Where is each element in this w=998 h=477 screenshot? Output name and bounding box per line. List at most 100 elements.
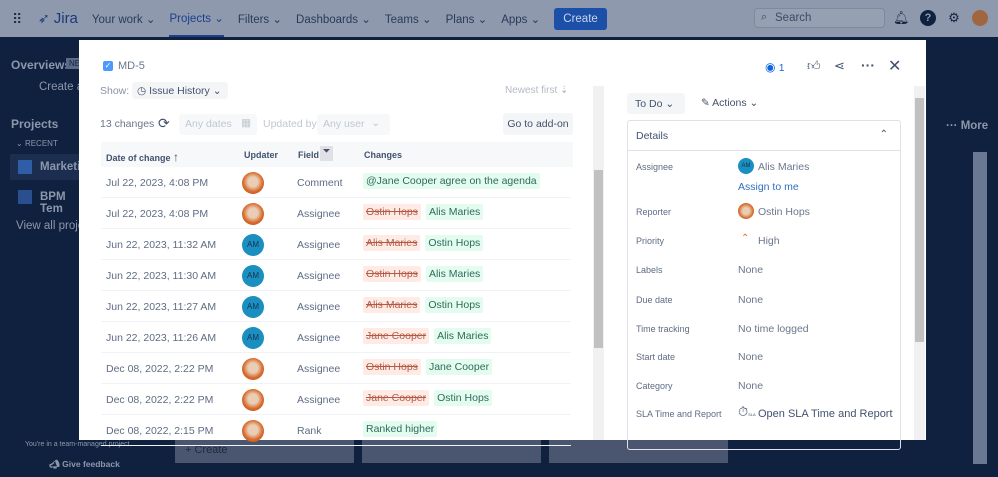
chevron-down-icon: ⌄ <box>212 85 222 97</box>
updater-avatar[interactable] <box>242 389 264 411</box>
details-header[interactable]: Details ⌃ <box>628 121 900 151</box>
close-icon[interactable]: ✕ <box>888 56 901 76</box>
profile-avatar[interactable] <box>972 10 988 26</box>
table-row: Dec 08, 2022, 2:15 PM Rank Ranked higher <box>101 415 571 446</box>
change-date: Jun 22, 2023, 11:27 AM <box>106 301 217 313</box>
changes-cell: Ostin Hops Jane Cooper <box>363 359 493 375</box>
new-value: Ostin Hops <box>434 390 493 406</box>
field-label: Priority <box>636 236 665 246</box>
updater-avatar[interactable]: AM <box>242 327 264 349</box>
updater-avatar[interactable]: AM <box>242 234 264 256</box>
more-button[interactable]: ··· More <box>946 120 988 132</box>
user-filter-select[interactable]: Any user ⌄ <box>317 114 390 135</box>
jira-logo[interactable]: ➶ Jira <box>38 10 78 27</box>
nav-your-work[interactable]: Your work ⌄ <box>92 12 156 26</box>
actions-icon: ✎ <box>701 97 710 109</box>
nav-apps[interactable]: Apps ⌄ <box>501 12 540 26</box>
nav-teams[interactable]: Teams ⌄ <box>385 12 432 26</box>
app-switcher-icon[interactable]: ⠿ <box>12 12 26 26</box>
show-select[interactable]: ◷ Issue History ⌄ <box>132 82 228 99</box>
issue-key[interactable]: MD-5 <box>118 60 145 72</box>
more-actions-icon[interactable]: ··· <box>861 57 875 73</box>
sidebar-overviews[interactable]: Overviews <box>11 58 71 72</box>
column-date[interactable]: Date of change ↑ <box>106 150 179 164</box>
change-date: Jul 22, 2023, 4:08 PM <box>106 208 209 220</box>
give-feedback-link[interactable]: 📣︎ Give feedback <box>49 459 120 470</box>
field-value[interactable]: None <box>738 294 763 306</box>
table-row: Jun 22, 2023, 11:32 AM AM Assignee Alis … <box>101 229 571 260</box>
updater-avatar[interactable] <box>242 203 264 225</box>
assign-to-me-link[interactable]: Assign to me <box>738 181 799 193</box>
scrollbar-thumb[interactable] <box>915 98 924 342</box>
field-label: SLA Time and Report <box>636 409 722 419</box>
field-value[interactable]: High <box>758 235 780 247</box>
issue-modal: ✓ MD-5 Show: ◷ Issue History ⌄ Newest fi… <box>79 40 926 450</box>
updater-avatar[interactable]: AM <box>242 265 264 287</box>
change-date: Jul 22, 2023, 4:08 PM <box>106 177 209 189</box>
sort-arrow-icon: ↑ <box>173 150 180 164</box>
sidebar-item-bpm[interactable]: BPM Tem <box>10 186 80 215</box>
chevron-down-icon: ⌄ <box>371 117 380 129</box>
create-button[interactable]: Create <box>554 7 607 30</box>
refresh-icon[interactable]: ⟳ <box>158 115 170 132</box>
field-value[interactable]: None <box>738 380 763 392</box>
watch-button[interactable]: ◉ 1 <box>765 60 784 74</box>
field-label: Time tracking <box>636 324 690 334</box>
details-scrollbar[interactable] <box>914 86 925 440</box>
changes-cell: Jane Cooper Ostin Hops <box>363 390 493 406</box>
old-value: Alis Maries <box>363 235 421 251</box>
scrollbar-thumb[interactable] <box>594 170 603 348</box>
status-button[interactable]: To Do ⌄ <box>627 93 685 114</box>
field-value[interactable]: Open SLA Time and Report <box>758 408 893 420</box>
field-name: Assignee <box>297 332 341 344</box>
new-value: Alis Maries <box>434 328 492 344</box>
sidebar-projects-heading: Projects <box>11 117 59 131</box>
table-row: Jul 22, 2023, 4:08 PM Comment @Jane Coop… <box>101 167 571 198</box>
field-value[interactable]: No time logged <box>738 323 809 335</box>
nav-filters[interactable]: Filters ⌄ <box>238 12 282 26</box>
sort-toggle[interactable]: Newest first ⇣ <box>505 85 568 96</box>
old-value: Jane Cooper <box>363 328 430 344</box>
field-label: Due date <box>636 295 673 305</box>
changes-cell: Alis Maries Ostin Hops <box>363 235 484 251</box>
updater-avatar[interactable]: AM <box>242 296 264 318</box>
help-icon[interactable]: ? <box>920 10 936 26</box>
table-row: Jul 22, 2023, 4:08 PM Assignee Ostin Hop… <box>101 198 571 229</box>
change-date: Jun 22, 2023, 11:26 AM <box>106 332 217 344</box>
field-label: Reporter <box>636 207 672 217</box>
new-value: Ostin Hops <box>425 235 484 251</box>
date-filter-input[interactable]: Any dates ▦ <box>179 114 257 135</box>
old-value: Ostin Hops <box>363 359 421 375</box>
nav-dashboards[interactable]: Dashboards ⌄ <box>296 12 371 26</box>
updater-avatar[interactable] <box>242 420 264 442</box>
search-input[interactable]: ⌕ Search <box>754 8 885 28</box>
history-scrollbar[interactable] <box>593 86 604 440</box>
share-icon[interactable]: ⋖ <box>834 58 845 74</box>
clock-icon: ◷ <box>137 85 147 97</box>
field-name: Assignee <box>297 394 341 406</box>
notifications-icon[interactable]: 🔔︎ <box>893 10 910 26</box>
sidebar-item-marketing[interactable]: Marketin <box>10 154 87 180</box>
changes-cell: @Jane Cooper agree on the agenda <box>363 173 540 189</box>
field-name: Assignee <box>297 363 341 375</box>
field-value[interactable]: Alis Maries <box>758 161 809 173</box>
background-scrollbar[interactable] <box>973 152 987 464</box>
go-to-addon-button[interactable]: Go to add-on <box>503 113 573 135</box>
field-value[interactable]: None <box>738 264 763 276</box>
updater-avatar[interactable] <box>242 358 264 380</box>
assignee-avatar: AM <box>738 158 754 174</box>
settings-icon[interactable]: ⚙ <box>946 10 962 26</box>
like-icon[interactable]: 👍︎ <box>807 58 821 74</box>
table-row: Jun 22, 2023, 11:30 AM AM Assignee Ostin… <box>101 260 571 291</box>
nav-plans[interactable]: Plans ⌄ <box>446 12 488 26</box>
field-value[interactable]: None <box>738 351 763 363</box>
field-value[interactable]: Ostin Hops <box>758 206 810 218</box>
reporter-avatar <box>738 203 754 219</box>
eye-icon: ◉ <box>765 60 776 74</box>
nav-projects[interactable]: Projects ⌄ <box>169 0 224 37</box>
actions-button[interactable]: ✎ Actions ⌄ <box>701 97 758 109</box>
updater-avatar[interactable] <box>242 172 264 194</box>
old-value: Ostin Hops <box>363 266 421 282</box>
filter-icon[interactable]: ⏷ <box>320 146 333 161</box>
changes-cell: Alis Maries Ostin Hops <box>363 297 484 313</box>
